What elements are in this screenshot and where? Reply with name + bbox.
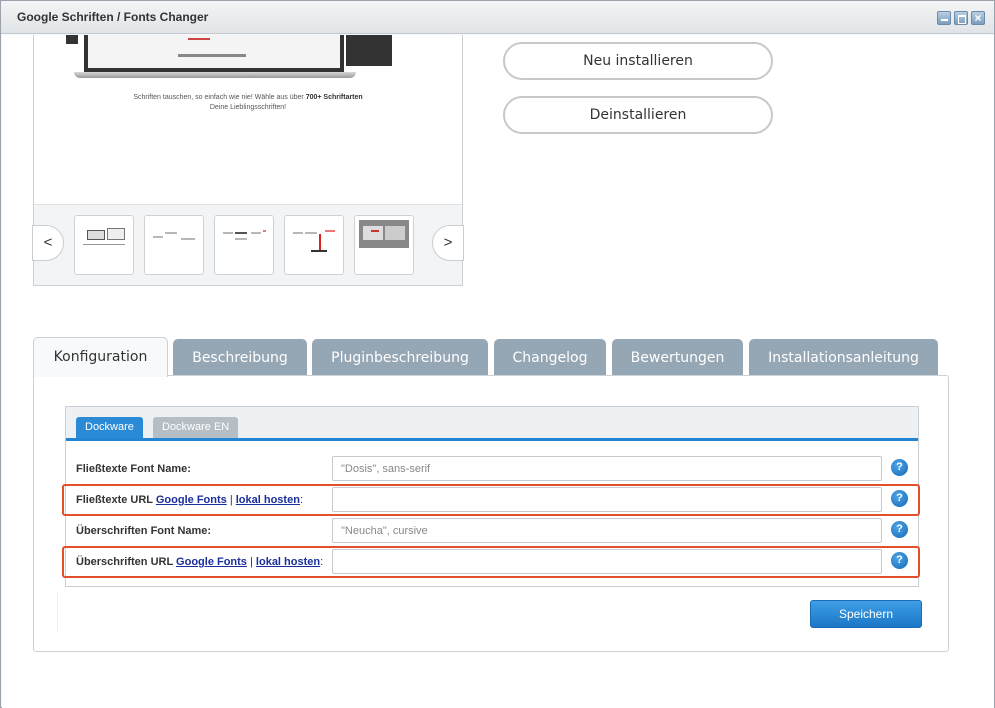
window-title: Google Schriften / Fonts Changer bbox=[17, 10, 209, 24]
uninstall-button[interactable]: Deinstallieren bbox=[503, 96, 773, 134]
thumbnail[interactable] bbox=[74, 215, 134, 275]
thumbnail-strip: < > bbox=[32, 204, 464, 285]
close-icon[interactable]: × bbox=[971, 11, 985, 25]
body-font-name-label: Fließtexte Font Name: bbox=[76, 463, 191, 475]
local-hosting-link[interactable]: lokal hosten bbox=[256, 556, 320, 568]
image-slider: Schriften tauschen, so einfach wie nie! … bbox=[32, 35, 464, 286]
body-url-label: Fließtexte URL Google Fonts | lokal host… bbox=[76, 494, 303, 506]
heading-url-field[interactable] bbox=[332, 549, 882, 574]
tab-changelog[interactable]: Changelog bbox=[494, 339, 606, 377]
tab-installationsanleitung[interactable]: Installationsanleitung bbox=[749, 339, 938, 377]
help-icon[interactable]: ? bbox=[891, 552, 908, 569]
help-icon[interactable]: ? bbox=[891, 459, 908, 476]
thumbnail[interactable] bbox=[354, 215, 414, 275]
body-font-name-field[interactable] bbox=[332, 456, 882, 481]
form-row-heading-url: Überschriften URL Google Fonts | lokal h… bbox=[66, 547, 918, 577]
body-url-field[interactable] bbox=[332, 487, 882, 512]
slider-caption: Schriften tauschen, so einfach wie nie! … bbox=[133, 94, 363, 111]
save-button[interactable]: Speichern bbox=[810, 600, 922, 628]
form-footer bbox=[57, 592, 923, 632]
heading-url-label: Überschriften URL Google Fonts | lokal h… bbox=[76, 556, 324, 568]
form-row-heading-font-name: Überschriften Font Name: ? bbox=[66, 516, 918, 546]
help-icon[interactable]: ? bbox=[891, 490, 908, 507]
tab-beschreibung[interactable]: Beschreibung bbox=[173, 339, 307, 377]
thumbnail[interactable] bbox=[214, 215, 274, 275]
title-bar: Google Schriften / Fonts Changer × bbox=[1, 1, 994, 34]
window-content: Schriften tauschen, so einfach wie nie! … bbox=[2, 35, 994, 708]
thumbnail[interactable] bbox=[144, 215, 204, 275]
plugin-window: Google Schriften / Fonts Changer × Schri… bbox=[0, 0, 995, 708]
plugin-tabs: Konfiguration Beschreibung Pluginbeschre… bbox=[33, 337, 963, 377]
heading-font-name-field[interactable] bbox=[332, 518, 882, 543]
slider-main-image: Schriften tauschen, so einfach wie nie! … bbox=[34, 35, 462, 204]
local-hosting-link[interactable]: lokal hosten bbox=[236, 494, 300, 506]
form-row-body-font-name: Fließtexte Font Name: ? bbox=[66, 454, 918, 484]
form-row-body-url: Fließtexte URL Google Fonts | lokal host… bbox=[66, 485, 918, 515]
slider-prev-button[interactable]: < bbox=[32, 225, 64, 261]
google-fonts-link[interactable]: Google Fonts bbox=[176, 556, 247, 568]
thumbnail[interactable] bbox=[284, 215, 344, 275]
configuration-panel: Dockware Dockware EN Fließtexte Font Nam… bbox=[33, 375, 949, 652]
subtab-dockware[interactable]: Dockware bbox=[76, 417, 143, 438]
slider-next-button[interactable]: > bbox=[432, 225, 464, 261]
reinstall-button[interactable]: Neu installieren bbox=[503, 42, 773, 80]
help-icon[interactable]: ? bbox=[891, 521, 908, 538]
heading-font-name-label: Überschriften Font Name: bbox=[76, 525, 212, 537]
minimize-icon[interactable] bbox=[937, 11, 951, 25]
google-fonts-link[interactable]: Google Fonts bbox=[156, 494, 227, 506]
maximize-icon[interactable] bbox=[954, 11, 968, 25]
laptop-mockup-image bbox=[66, 35, 392, 78]
subtab-dockware-en[interactable]: Dockware EN bbox=[153, 417, 239, 438]
tab-konfiguration[interactable]: Konfiguration bbox=[33, 337, 168, 377]
shop-subtabs: Dockware Dockware EN bbox=[66, 407, 918, 441]
config-form: Dockware Dockware EN Fließtexte Font Nam… bbox=[62, 406, 920, 587]
tab-bewertungen[interactable]: Bewertungen bbox=[612, 339, 743, 377]
tab-pluginbeschreibung[interactable]: Pluginbeschreibung bbox=[312, 339, 488, 377]
